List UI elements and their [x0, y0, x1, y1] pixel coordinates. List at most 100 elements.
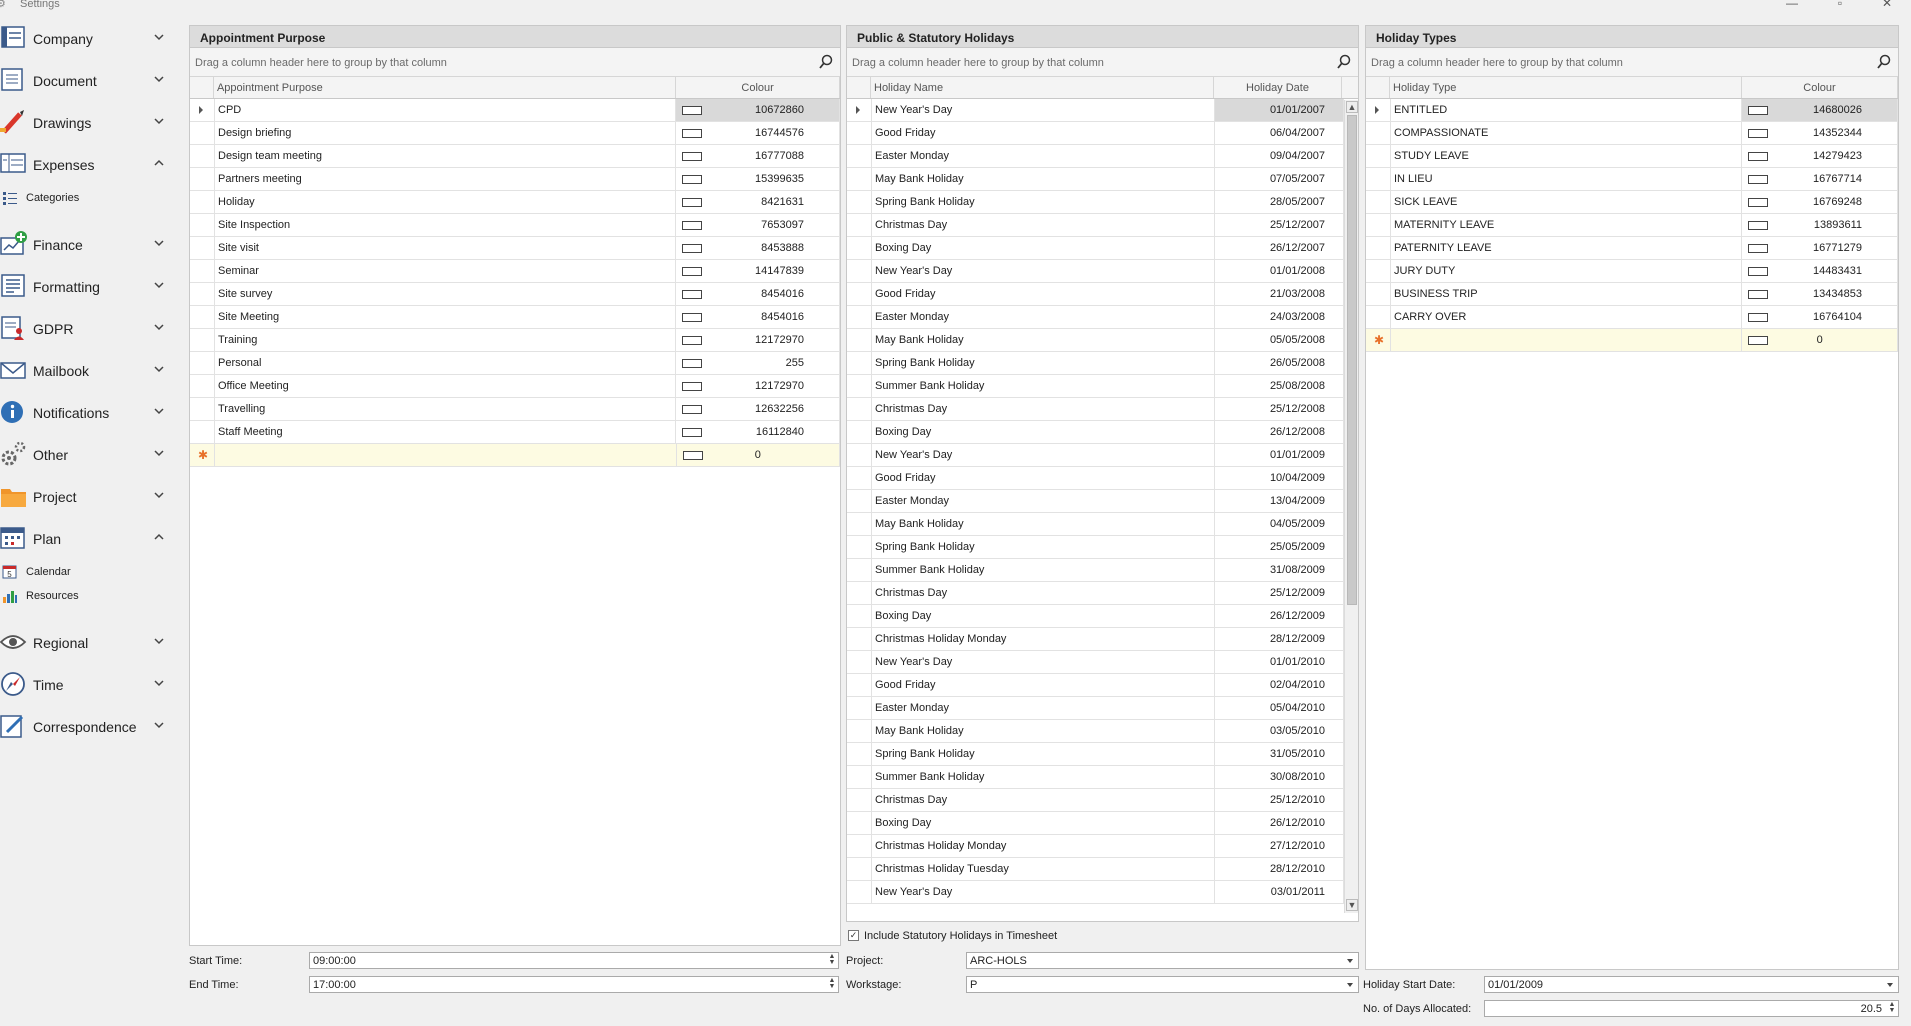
table-cell-date[interactable]: 26/12/2008: [1215, 421, 1344, 443]
chevron-up-icon[interactable]: [153, 156, 165, 170]
new-item-row[interactable]: ✱ 0: [190, 444, 840, 467]
table-cell-date[interactable]: 05/04/2010: [1215, 697, 1344, 719]
table-cell-name[interactable]: STUDY LEAVE: [1390, 145, 1743, 167]
table-cell-name[interactable]: Site survey: [214, 283, 677, 305]
table-cell-colour[interactable]: 14279423: [1742, 145, 1898, 167]
table-cell-name[interactable]: SICK LEAVE: [1390, 191, 1743, 213]
table-cell-date[interactable]: 25/12/2010: [1215, 789, 1344, 811]
table-row[interactable]: MATERNITY LEAVE 13893611: [1366, 214, 1898, 237]
table-row[interactable]: Christmas Holiday Tuesday 28/12/2010: [847, 858, 1358, 881]
table-row[interactable]: Good Friday 06/04/2007: [847, 122, 1358, 145]
table-row[interactable]: May Bank Holiday 03/05/2010: [847, 720, 1358, 743]
column-header-holiday-name[interactable]: Holiday Name: [871, 77, 1214, 98]
sidebar-item-drawings[interactable]: Drawings: [0, 102, 180, 144]
table-cell-colour[interactable]: 12172970: [676, 329, 840, 351]
table-row[interactable]: Boxing Day 26/12/2010: [847, 812, 1358, 835]
table-cell-date[interactable]: 25/12/2009: [1215, 582, 1344, 604]
table-cell-date[interactable]: 01/01/2009: [1215, 444, 1344, 466]
table-row[interactable]: Training 12172970: [190, 329, 840, 352]
table-cell-colour[interactable]: 8454016: [676, 283, 840, 305]
table-cell-colour[interactable]: 16764104: [1742, 306, 1898, 328]
table-row[interactable]: CARRY OVER 16764104: [1366, 306, 1898, 329]
table-cell-colour[interactable]: 15399635: [676, 168, 840, 190]
table-cell-date[interactable]: 03/05/2010: [1215, 720, 1344, 742]
table-cell-colour[interactable]: 13893611: [1742, 214, 1898, 236]
table-cell-date[interactable]: 06/04/2007: [1215, 122, 1344, 144]
table-cell-name[interactable]: May Bank Holiday: [871, 720, 1215, 742]
sidebar-item-finance[interactable]: Finance: [0, 224, 180, 266]
chevron-down-icon[interactable]: [153, 488, 165, 502]
table-cell-date[interactable]: 01/01/2007: [1215, 99, 1344, 121]
table-row[interactable]: Site visit 8453888: [190, 237, 840, 260]
table-cell-name[interactable]: New Year's Day: [871, 881, 1215, 903]
table-cell-name[interactable]: Site visit: [214, 237, 677, 259]
table-cell-name[interactable]: Boxing Day: [871, 421, 1215, 443]
table-cell-name[interactable]: Design briefing: [214, 122, 677, 144]
table-cell-name[interactable]: Spring Bank Holiday: [871, 191, 1215, 213]
table-cell-name[interactable]: Office Meeting: [214, 375, 677, 397]
table-cell-date[interactable]: 21/03/2008: [1215, 283, 1344, 305]
table-row[interactable]: CPD 10672860: [190, 99, 840, 122]
table-cell-name[interactable]: Good Friday: [871, 467, 1215, 489]
chevron-down-icon[interactable]: [153, 634, 165, 648]
table-cell-name[interactable]: Spring Bank Holiday: [871, 536, 1215, 558]
table-cell-colour[interactable]: 16771279: [1742, 237, 1898, 259]
table-cell-date[interactable]: 28/12/2009: [1215, 628, 1344, 650]
start-time-input[interactable]: 09:00:00 ▲ ▼: [309, 952, 839, 969]
new-row-colour-cell[interactable]: 0: [1742, 329, 1898, 351]
table-cell-name[interactable]: PATERNITY LEAVE: [1390, 237, 1743, 259]
table-cell-name[interactable]: Boxing Day: [871, 812, 1215, 834]
table-row[interactable]: Spring Bank Holiday 31/05/2010: [847, 743, 1358, 766]
column-header-colour[interactable]: Colour: [676, 77, 840, 98]
table-cell-name[interactable]: Staff Meeting: [214, 421, 677, 443]
chevron-down-icon[interactable]: [153, 236, 165, 250]
table-cell-date[interactable]: 28/05/2007: [1215, 191, 1344, 213]
table-cell-colour[interactable]: 16777088: [676, 145, 840, 167]
chevron-down-icon[interactable]: [153, 278, 165, 292]
table-cell-name[interactable]: Partners meeting: [214, 168, 677, 190]
table-row[interactable]: Christmas Day 25/12/2008: [847, 398, 1358, 421]
table-cell-colour[interactable]: 16744576: [676, 122, 840, 144]
table-cell-colour[interactable]: 8454016: [676, 306, 840, 328]
minimize-button[interactable]: —: [1782, 0, 1802, 10]
table-row[interactable]: Site Inspection 7653097: [190, 214, 840, 237]
table-cell-name[interactable]: Christmas Day: [871, 582, 1215, 604]
maximize-button[interactable]: ▫: [1830, 0, 1850, 10]
table-row[interactable]: New Year's Day 01/01/2009: [847, 444, 1358, 467]
chevron-down-icon[interactable]: [153, 676, 165, 690]
table-cell-name[interactable]: Easter Monday: [871, 145, 1215, 167]
table-cell-name[interactable]: Spring Bank Holiday: [871, 352, 1215, 374]
table-row[interactable]: Design team meeting 16777088: [190, 145, 840, 168]
table-cell-name[interactable]: Boxing Day: [871, 605, 1215, 627]
table-cell-date[interactable]: 05/05/2008: [1215, 329, 1344, 351]
sidebar-item-project[interactable]: Project: [0, 476, 180, 518]
table-row[interactable]: PATERNITY LEAVE 16771279: [1366, 237, 1898, 260]
table-cell-colour[interactable]: 12172970: [676, 375, 840, 397]
table-cell-colour[interactable]: 13434853: [1742, 283, 1898, 305]
column-header-colour[interactable]: Colour: [1742, 77, 1898, 98]
table-row[interactable]: Site Meeting 8454016: [190, 306, 840, 329]
table-cell-date[interactable]: 04/05/2009: [1215, 513, 1344, 535]
table-row[interactable]: Easter Monday 24/03/2008: [847, 306, 1358, 329]
table-cell-name[interactable]: Training: [214, 329, 677, 351]
sidebar-item-plan[interactable]: Plan: [0, 518, 180, 560]
table-cell-colour[interactable]: 14147839: [676, 260, 840, 282]
chevron-down-icon[interactable]: [1347, 959, 1353, 963]
table-row[interactable]: Personal 255: [190, 352, 840, 375]
chevron-down-icon[interactable]: [1347, 983, 1353, 987]
table-row[interactable]: Summer Bank Holiday 25/08/2008: [847, 375, 1358, 398]
sidebar-subitem-calendar[interactable]: 5 Calendar: [0, 560, 180, 584]
table-cell-date[interactable]: 28/12/2010: [1215, 858, 1344, 880]
table-row[interactable]: Site survey 8454016: [190, 283, 840, 306]
table-cell-name[interactable]: COMPASSIONATE: [1390, 122, 1743, 144]
table-cell-name[interactable]: MATERNITY LEAVE: [1390, 214, 1743, 236]
table-cell-name[interactable]: Seminar: [214, 260, 677, 282]
table-cell-date[interactable]: 01/01/2010: [1215, 651, 1344, 673]
days-allocated-spinner[interactable]: ▲ ▼: [1888, 1001, 1896, 1014]
table-row[interactable]: Boxing Day 26/12/2007: [847, 237, 1358, 260]
table-cell-name[interactable]: Christmas Day: [871, 398, 1215, 420]
sidebar-item-notifications[interactable]: Notifications: [0, 392, 180, 434]
sidebar-item-gdpr[interactable]: GDPR: [0, 308, 180, 350]
table-row[interactable]: May Bank Holiday 05/05/2008: [847, 329, 1358, 352]
table-cell-name[interactable]: May Bank Holiday: [871, 168, 1215, 190]
